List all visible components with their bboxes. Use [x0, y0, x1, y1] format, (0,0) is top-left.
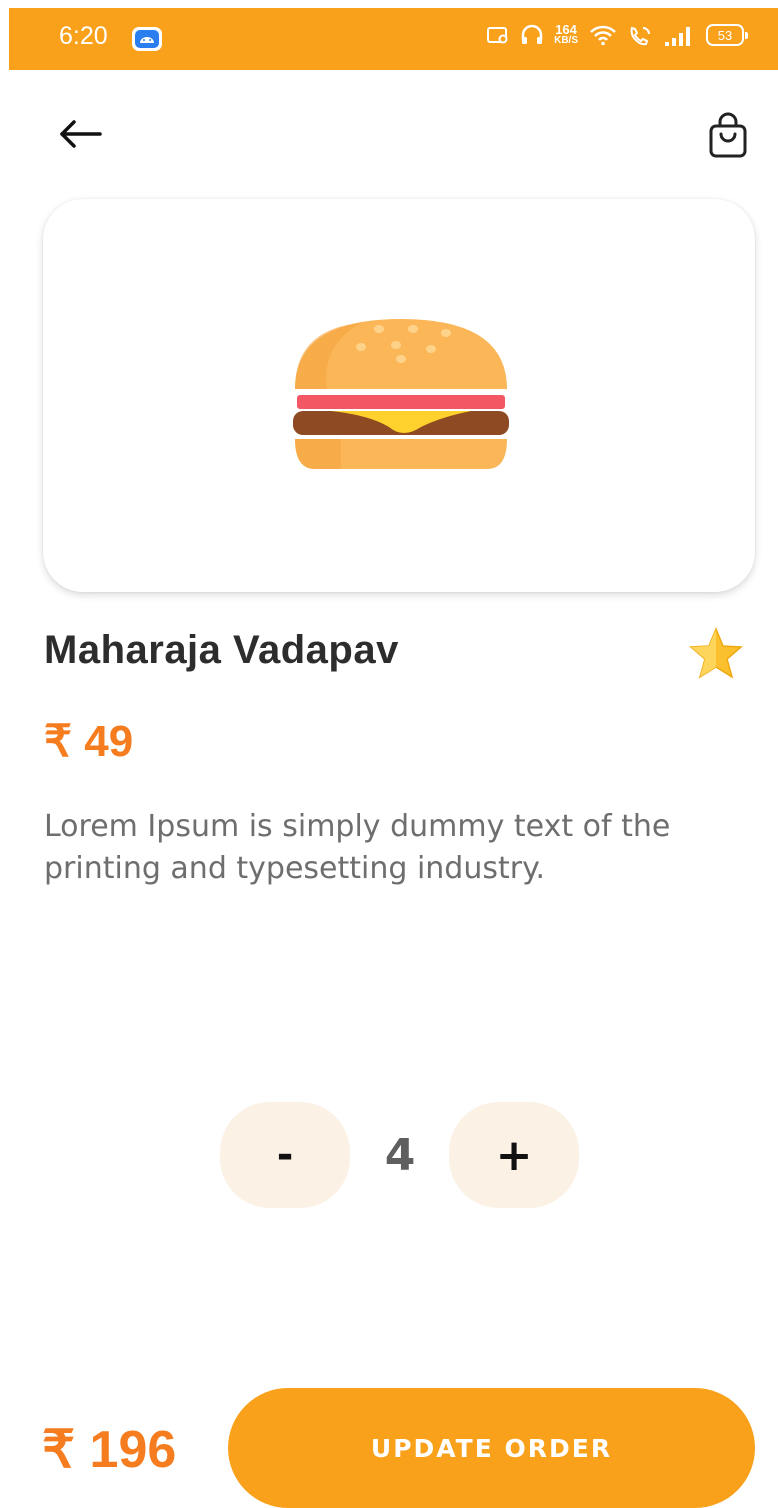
android-notification-icon: [132, 27, 162, 51]
burger-icon: [293, 319, 509, 469]
signal-icon: [665, 27, 690, 46]
network-speed: 164 KB/S: [554, 22, 578, 46]
arrow-left-icon[interactable]: [56, 112, 106, 156]
update-order-label: UPDATE ORDER: [370, 1434, 613, 1463]
unit-price: ₹ 49: [44, 717, 134, 766]
shopping-bag-icon[interactable]: [703, 110, 753, 162]
status-time: 6:20: [59, 22, 108, 50]
update-order-button[interactable]: UPDATE ORDER: [228, 1388, 755, 1508]
status-bar: 6:20 164 KB/S 53: [9, 8, 778, 70]
wifi-calling-icon: [630, 26, 650, 46]
star-icon[interactable]: [688, 626, 744, 682]
network-speed-unit: KB/S: [554, 35, 578, 46]
battery-level: 53: [717, 27, 733, 43]
increment-button[interactable]: +: [449, 1102, 579, 1208]
battery-icon: 53: [706, 24, 748, 46]
quantity-value: 4: [384, 1130, 416, 1181]
screen-record-icon: [487, 27, 508, 44]
status-icons: 164 KB/S 53: [486, 22, 748, 46]
product-image-card: [43, 199, 755, 592]
wifi-icon: [590, 25, 616, 46]
product-description: Lorem Ipsum is simply dummy text of the …: [44, 809, 671, 886]
decrement-button[interactable]: -: [220, 1102, 350, 1208]
headphones-icon: [521, 24, 543, 44]
product-name: Maharaja Vadapav: [44, 628, 399, 672]
network-speed-value: 164: [555, 22, 577, 37]
total-price: ₹ 196: [42, 1421, 177, 1479]
